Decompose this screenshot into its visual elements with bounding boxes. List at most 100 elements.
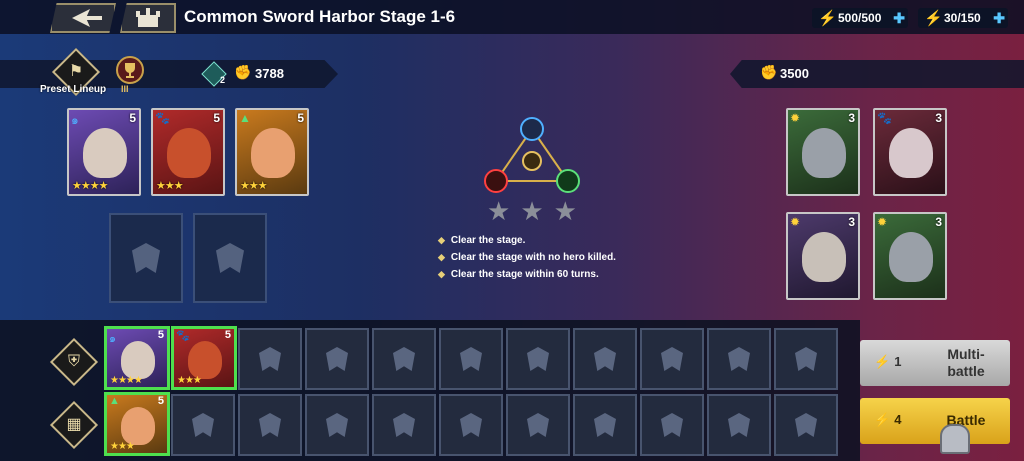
hero-stars: ★★★★ xyxy=(72,180,108,192)
energy-value: 30/150 xyxy=(944,11,981,25)
enemy-hero-card[interactable]: 🐾 3 xyxy=(873,108,947,196)
enemy-hero-card[interactable]: ✹ 3 xyxy=(786,108,860,196)
faction-advantage-diagram xyxy=(484,117,580,193)
sun-icon: ✹ xyxy=(790,215,801,229)
helmet-filter-icon: ⛨ xyxy=(67,353,80,370)
empty-bench-slot[interactable] xyxy=(439,328,503,390)
helmet-icon xyxy=(728,413,750,437)
helmet-icon xyxy=(460,347,482,371)
stamina-value: 500/500 xyxy=(838,11,882,25)
top-bar: Common Sword Harbor Stage 1-6 ⚡ 500/500 … xyxy=(0,0,1024,34)
empty-bench-slot[interactable] xyxy=(640,394,704,456)
sun-icon: ✹ xyxy=(877,215,888,229)
hero-bench: ⛨ ▦ ๑ 5 ★★★★ 🐾 5 ★★★ ▲ 5 ★★★ xyxy=(0,320,860,461)
empty-bench-slot[interactable] xyxy=(707,394,771,456)
empty-bench-slot[interactable] xyxy=(439,394,503,456)
helmet-icon xyxy=(326,347,348,371)
flag-icon: ⚑ xyxy=(68,63,84,80)
empty-hero-slot[interactable] xyxy=(109,213,183,303)
hero-portrait xyxy=(167,128,211,178)
empty-bench-slot[interactable] xyxy=(506,328,570,390)
rank-badge[interactable] xyxy=(116,56,144,84)
purple-lightning-icon: ⚡ xyxy=(924,10,943,27)
enemy-hero-card[interactable]: ✹ 3 xyxy=(786,212,860,300)
enemy-hero-card[interactable]: ✹ 3 xyxy=(873,212,947,300)
enemy-power: 3500 xyxy=(780,66,809,81)
hero-level: 5 xyxy=(157,329,164,341)
paw-icon: 🐾 xyxy=(176,330,190,342)
hero-level: 3 xyxy=(848,215,855,229)
helmet-icon xyxy=(259,347,281,371)
multi-battle-cost: ⚡ 1 xyxy=(874,354,902,369)
trophy-icon xyxy=(125,63,135,78)
faction-count: 2 xyxy=(220,75,226,85)
back-button[interactable] xyxy=(50,3,116,33)
helmet-icon xyxy=(661,347,683,371)
multi-battle-label: Multi-battle xyxy=(947,346,985,379)
hero-portrait xyxy=(889,128,933,178)
empty-bench-slot[interactable] xyxy=(573,328,637,390)
empty-bench-slot[interactable] xyxy=(305,394,369,456)
helmet-icon xyxy=(326,413,348,437)
add-stamina-button[interactable]: ✚ xyxy=(893,10,905,27)
helmet-icon xyxy=(661,413,683,437)
empty-bench-slot[interactable] xyxy=(506,394,570,456)
empty-bench-slot[interactable] xyxy=(774,394,838,456)
empty-bench-slot[interactable] xyxy=(305,328,369,390)
empty-hero-slot[interactable] xyxy=(193,213,267,303)
sun-faction-icon xyxy=(522,151,542,171)
objective-item: ◆ Clear the stage. xyxy=(438,235,526,246)
hero-portrait xyxy=(889,232,933,282)
empty-bench-slot[interactable] xyxy=(573,394,637,456)
back-arrow-icon xyxy=(72,9,102,27)
empty-bench-slot[interactable] xyxy=(238,394,302,456)
castle-icon xyxy=(136,8,160,27)
preset-lineup-label: Preset Lineup xyxy=(40,84,107,95)
hero-level: 3 xyxy=(848,111,855,125)
empty-bench-slot[interactable] xyxy=(707,328,771,390)
objectives-list: ◆ Clear the stage. ◆ Clear the stage with … xyxy=(438,232,616,283)
empty-bench-slot[interactable] xyxy=(774,328,838,390)
bench-hero-card[interactable]: ๑ 5 ★★★★ xyxy=(104,326,170,390)
hero-level: 5 xyxy=(297,111,304,125)
hero-level: 5 xyxy=(129,111,136,125)
hero-portrait xyxy=(802,128,846,178)
player-hero-card[interactable]: ▲ 5 ★★★ xyxy=(235,108,309,196)
filter-all-button[interactable]: ⛨ xyxy=(49,337,99,387)
peak-faction-icon xyxy=(556,169,580,193)
fist-power-icon: ✊ xyxy=(234,64,252,80)
helmet-icon xyxy=(460,413,482,437)
helmet-icon xyxy=(132,243,160,273)
empty-bench-slot[interactable] xyxy=(372,328,436,390)
empty-bench-slot[interactable] xyxy=(238,328,302,390)
helmet-icon xyxy=(192,413,214,437)
player-power: 3788 xyxy=(255,66,284,81)
hero-stars: ★★★★ xyxy=(110,375,143,386)
multi-battle-button[interactable]: ⚡ 1 Multi-battle xyxy=(860,340,1010,386)
rank-numeral: III xyxy=(121,84,129,94)
hero-level: 3 xyxy=(935,111,942,125)
helmet-icon xyxy=(393,413,415,437)
helmet-icon xyxy=(594,347,616,371)
swirl-icon: ๑ xyxy=(71,113,79,127)
sort-grid-button[interactable]: ▦ xyxy=(49,400,99,450)
lightning-icon: ⚡ xyxy=(818,10,837,27)
home-button[interactable] xyxy=(120,3,176,33)
hero-stars: ★★★ xyxy=(240,180,268,192)
purple-lightning-icon: ⚡ xyxy=(874,354,891,369)
star-icon: ★ xyxy=(487,196,511,226)
player-hero-card[interactable]: ๑ 5 ★★★★ xyxy=(67,108,141,196)
add-energy-button[interactable]: ✚ xyxy=(993,10,1005,27)
star-icon: ★ xyxy=(553,196,577,226)
energy-counter: ⚡ 30/150 ✚ xyxy=(918,8,1008,28)
player-hero-card[interactable]: 🐾 5 ★★★ xyxy=(151,108,225,196)
empty-bench-slot[interactable] xyxy=(171,394,235,456)
battle-button[interactable]: ⚡ 4 Battle xyxy=(860,398,1010,444)
bench-hero-card[interactable]: 🐾 5 ★★★ xyxy=(171,326,237,390)
empty-bench-slot[interactable] xyxy=(640,328,704,390)
hero-portrait xyxy=(251,128,295,178)
bench-hero-card[interactable]: ▲ 5 ★★★ xyxy=(104,392,170,456)
empty-bench-slot[interactable] xyxy=(372,394,436,456)
hero-level: 5 xyxy=(224,329,231,341)
grid-icon: ▦ xyxy=(66,416,82,433)
